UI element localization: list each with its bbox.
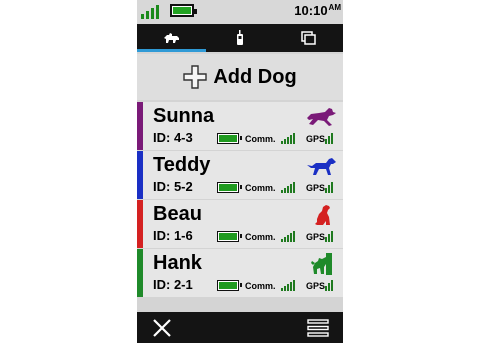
signal-strength-icon [141, 4, 165, 19]
tab-dogs[interactable] [137, 24, 206, 52]
dog-color-bar [137, 249, 143, 297]
gps-signal-icon [325, 230, 341, 242]
tab-pages[interactable] [274, 24, 343, 52]
dog-row-sunna[interactable]: Sunna ID: 4-3 Comm. GPS [137, 102, 343, 150]
collar-battery-icon [217, 133, 242, 144]
clock-time: 10:10 [294, 3, 328, 18]
comm-label: Comm. [245, 281, 276, 291]
dog-row-teddy[interactable]: Teddy ID: 5-2 Comm. GPS [137, 151, 343, 199]
gps-label: GPS [306, 281, 326, 291]
comm-signal-icon [281, 132, 297, 144]
dog-name: Hank [153, 252, 202, 274]
plus-icon [183, 65, 208, 89]
dog-sitting-icon [315, 205, 330, 225]
dog-row-hank[interactable]: Hank ID: 2-1 Comm. GPS [137, 249, 343, 297]
tab-bar [137, 24, 343, 52]
dog-name: Teddy [153, 154, 211, 176]
collar-battery-icon [217, 182, 242, 193]
gps-signal-icon [325, 132, 341, 144]
dog-row-beau[interactable]: Beau ID: 1-6 Comm. GPS [137, 200, 343, 248]
dog-id: ID: 4-3 [153, 130, 193, 145]
collar-battery-icon [217, 280, 242, 291]
gps-signal-icon [325, 279, 341, 291]
dog-treed-icon [311, 253, 332, 275]
dog-id: ID: 1-6 [153, 228, 193, 243]
comm-signal-icon [281, 279, 297, 291]
comm-signal-icon [281, 181, 297, 193]
add-dog-label: Add Dog [213, 65, 297, 88]
comm-signal-icon [281, 230, 297, 242]
status-bar: 10:10AM [137, 0, 343, 24]
dog-name: Sunna [153, 105, 215, 127]
gps-label: GPS [306, 134, 326, 144]
gps-label: GPS [306, 183, 326, 193]
handheld-device-icon [237, 30, 243, 45]
dog-pointing-icon [307, 158, 336, 175]
pages-icon [300, 31, 316, 45]
close-icon[interactable] [151, 317, 173, 339]
clock: 10:10AM [294, 3, 341, 18]
comm-label: Comm. [245, 232, 276, 242]
gps-label: GPS [306, 232, 326, 242]
dog-color-bar [137, 200, 143, 248]
menu-icon[interactable] [307, 318, 329, 338]
collar-battery-icon [217, 231, 242, 242]
battery-icon [170, 4, 197, 17]
dog-running-icon [307, 108, 336, 126]
dog-icon [163, 33, 179, 43]
device-screen: 10:10AM Add Dog Sunna ID: 4-3 Comm. GPS … [137, 0, 343, 343]
clock-ampm: AM [328, 3, 341, 12]
gps-signal-icon [325, 181, 341, 193]
dog-name: Beau [153, 203, 202, 225]
comm-label: Comm. [245, 183, 276, 193]
dog-color-bar [137, 151, 143, 199]
dog-color-bar [137, 102, 143, 150]
comm-label: Comm. [245, 134, 276, 144]
dog-id: ID: 5-2 [153, 179, 193, 194]
bottom-toolbar [137, 312, 343, 343]
tab-handheld[interactable] [206, 24, 274, 52]
add-dog-button[interactable]: Add Dog [137, 54, 343, 100]
dog-id: ID: 2-1 [153, 277, 193, 292]
